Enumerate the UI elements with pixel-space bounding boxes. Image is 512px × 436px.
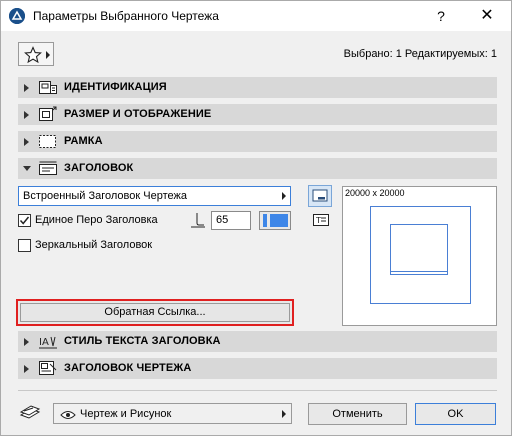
pen-color-fill [270,214,288,227]
pen-color-bar [263,214,267,227]
section-size-display[interactable]: РАЗМЕР И ОТОБРАЖЕНИЕ [18,104,497,125]
section-identification[interactable]: ИДЕНТИФИКАЦИЯ [18,77,497,98]
title-type-value: Встроенный Заголовок Чертежа [23,190,187,202]
svg-text:IA: IA [39,337,49,348]
pen-color-swatch[interactable] [259,211,291,230]
layer-icon [19,404,41,422]
section-title: РАЗМЕР И ОТОБРАЖЕНИЕ [64,108,212,120]
expand-arrow-icon [24,365,29,373]
text-style-icon[interactable]: T [312,213,330,227]
ok-button[interactable]: OK [415,403,496,425]
title-icon [38,160,58,177]
uniform-pen-label: Единое Перо Заголовка [35,214,158,226]
window-title: Параметры Выбранного Чертежа [33,9,219,23]
drawing-title-icon [38,360,58,377]
preview-drawing [370,206,471,304]
mirrored-title-row[interactable]: Зеркальный Заголовок [18,238,178,254]
title-text-style-icon: IA [38,333,58,350]
chevron-right-icon [46,51,50,59]
frame-icon [38,133,58,150]
layer-value: Чертеж и Рисунок [80,408,172,420]
archicad-app-icon [9,8,25,24]
chevron-right-icon [282,192,286,200]
title-bar: Параметры Выбранного Чертежа ? ✕ [1,1,511,31]
mirrored-title-checkbox[interactable] [18,239,31,252]
expand-arrow-icon [24,138,29,146]
svg-text:T: T [315,216,321,225]
title-preview: 20000 x 20000 [342,186,497,326]
cancel-button[interactable]: Отменить [308,403,407,425]
mirrored-title-label: Зеркальный Заголовок [35,239,153,251]
star-icon [24,46,42,67]
layer-dropdown[interactable]: Чертеж и Рисунок [53,403,292,424]
section-title: ИДЕНТИФИКАЦИЯ [64,81,167,93]
section-title-text-style[interactable]: IA СТИЛЬ ТЕКСТА ЗАГОЛОВКА [18,331,497,352]
identification-icon [38,79,58,96]
section-title: РАМКА [64,135,103,147]
pen-number-field[interactable]: 65 [211,211,251,230]
expand-arrow-icon [24,84,29,92]
title-placement-icon [312,189,328,202]
back-link-highlight: Обратная Ссылка... [16,299,294,326]
uniform-pen-checkbox[interactable] [18,214,31,227]
size-display-icon [38,106,58,123]
expand-arrow-icon [24,338,29,346]
uniform-pen-row[interactable]: Единое Перо Заголовка [18,213,178,229]
help-button[interactable]: ? [429,5,453,27]
section-drawing-title[interactable]: ЗАГОЛОВОК ЧЕРТЕЖА [18,358,497,379]
chevron-right-icon [282,410,286,418]
title-placement-button[interactable] [308,185,332,207]
section-title: ЗАГОЛОВОК [64,162,134,174]
eye-icon [60,409,76,423]
collapse-arrow-icon [23,166,31,171]
expand-arrow-icon [24,111,29,119]
favorites-button[interactable] [18,42,54,66]
footer-divider [18,390,497,391]
dialog-window: Параметры Выбранного Чертежа ? ✕ Выбрано… [0,0,512,436]
close-button[interactable]: ✕ [475,5,499,27]
section-title: СТИЛЬ ТЕКСТА ЗАГОЛОВКА [64,335,221,347]
section-frame[interactable]: РАМКА [18,131,497,152]
section-title: ЗАГОЛОВОК ЧЕРТЕЖА [64,362,192,374]
selection-info: Выбрано: 1 Редактируемых: 1 [343,48,497,60]
pen-icon [190,212,206,228]
title-type-dropdown[interactable]: Встроенный Заголовок Чертежа [18,186,291,206]
section-title-expanded[interactable]: ЗАГОЛОВОК [18,158,497,179]
back-link-button[interactable]: Обратная Ссылка... [20,303,290,322]
